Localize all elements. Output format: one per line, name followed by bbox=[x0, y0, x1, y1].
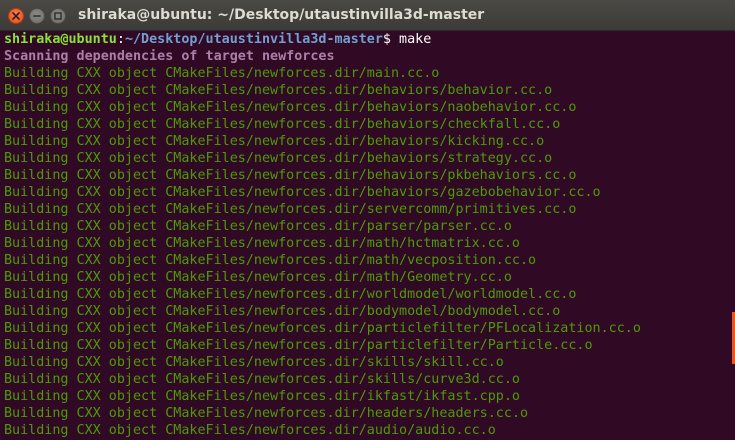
build-line: Building CXX object CMakeFiles/newforces… bbox=[4, 406, 529, 421]
prompt-symbol: $ bbox=[382, 32, 400, 47]
build-line: Building CXX object CMakeFiles/newforces… bbox=[4, 117, 561, 132]
build-line: Building CXX object CMakeFiles/newforces… bbox=[4, 66, 440, 81]
build-line: Building CXX object CMakeFiles/newforces… bbox=[4, 287, 577, 302]
build-line: Building CXX object CMakeFiles/newforces… bbox=[4, 202, 577, 217]
build-line: Building CXX object CMakeFiles/newforces… bbox=[4, 355, 504, 370]
close-icon[interactable] bbox=[8, 8, 24, 24]
window-title: shiraka@ubuntu: ~/Desktop/utaustinvilla3… bbox=[78, 7, 485, 23]
build-line: Building CXX object CMakeFiles/newforces… bbox=[4, 168, 577, 183]
build-line: Building CXX object CMakeFiles/newforces… bbox=[4, 270, 512, 285]
command-text: make bbox=[399, 32, 432, 47]
build-line: Building CXX object CMakeFiles/newforces… bbox=[4, 185, 601, 200]
terminal-output[interactable]: shiraka@ubuntu:~/Desktop/utaustinvilla3d… bbox=[0, 31, 735, 440]
minimize-icon[interactable] bbox=[29, 8, 45, 24]
title-bar[interactable]: shiraka@ubuntu: ~/Desktop/utaustinvilla3… bbox=[0, 0, 735, 31]
prompt-line: shiraka@ubuntu:~/Desktop/utaustinvilla3d… bbox=[4, 31, 735, 48]
build-line: Building CXX object CMakeFiles/newforces… bbox=[4, 219, 512, 234]
build-line: Building CXX object CMakeFiles/newforces… bbox=[4, 389, 520, 404]
build-line: Building CXX object CMakeFiles/newforces… bbox=[4, 338, 593, 353]
scan-line: Scanning dependencies of target newforce… bbox=[4, 49, 335, 64]
build-line: Building CXX object CMakeFiles/newforces… bbox=[4, 134, 545, 149]
build-line: Building CXX object CMakeFiles/newforces… bbox=[4, 253, 537, 268]
build-line: Building CXX object CMakeFiles/newforces… bbox=[4, 423, 496, 438]
build-line: Building CXX object CMakeFiles/newforces… bbox=[4, 372, 520, 387]
build-line: Building CXX object CMakeFiles/newforces… bbox=[4, 100, 577, 115]
prompt-path: ~/Desktop/utaustinvilla3d-master bbox=[124, 32, 383, 47]
build-line: Building CXX object CMakeFiles/newforces… bbox=[4, 304, 561, 319]
build-output: Building CXX object CMakeFiles/newforces… bbox=[4, 65, 735, 439]
build-line: Building CXX object CMakeFiles/newforces… bbox=[4, 151, 553, 166]
build-line: Building CXX object CMakeFiles/newforces… bbox=[4, 236, 520, 251]
prompt-user-host: shiraka@ubuntu bbox=[4, 32, 117, 47]
prompt-separator: : bbox=[116, 32, 125, 47]
maximize-icon[interactable] bbox=[50, 8, 66, 24]
build-line: Building CXX object CMakeFiles/newforces… bbox=[4, 321, 641, 336]
build-line: Building CXX object CMakeFiles/newforces… bbox=[4, 83, 553, 98]
terminal-window: shiraka@ubuntu: ~/Desktop/utaustinvilla3… bbox=[0, 0, 735, 440]
